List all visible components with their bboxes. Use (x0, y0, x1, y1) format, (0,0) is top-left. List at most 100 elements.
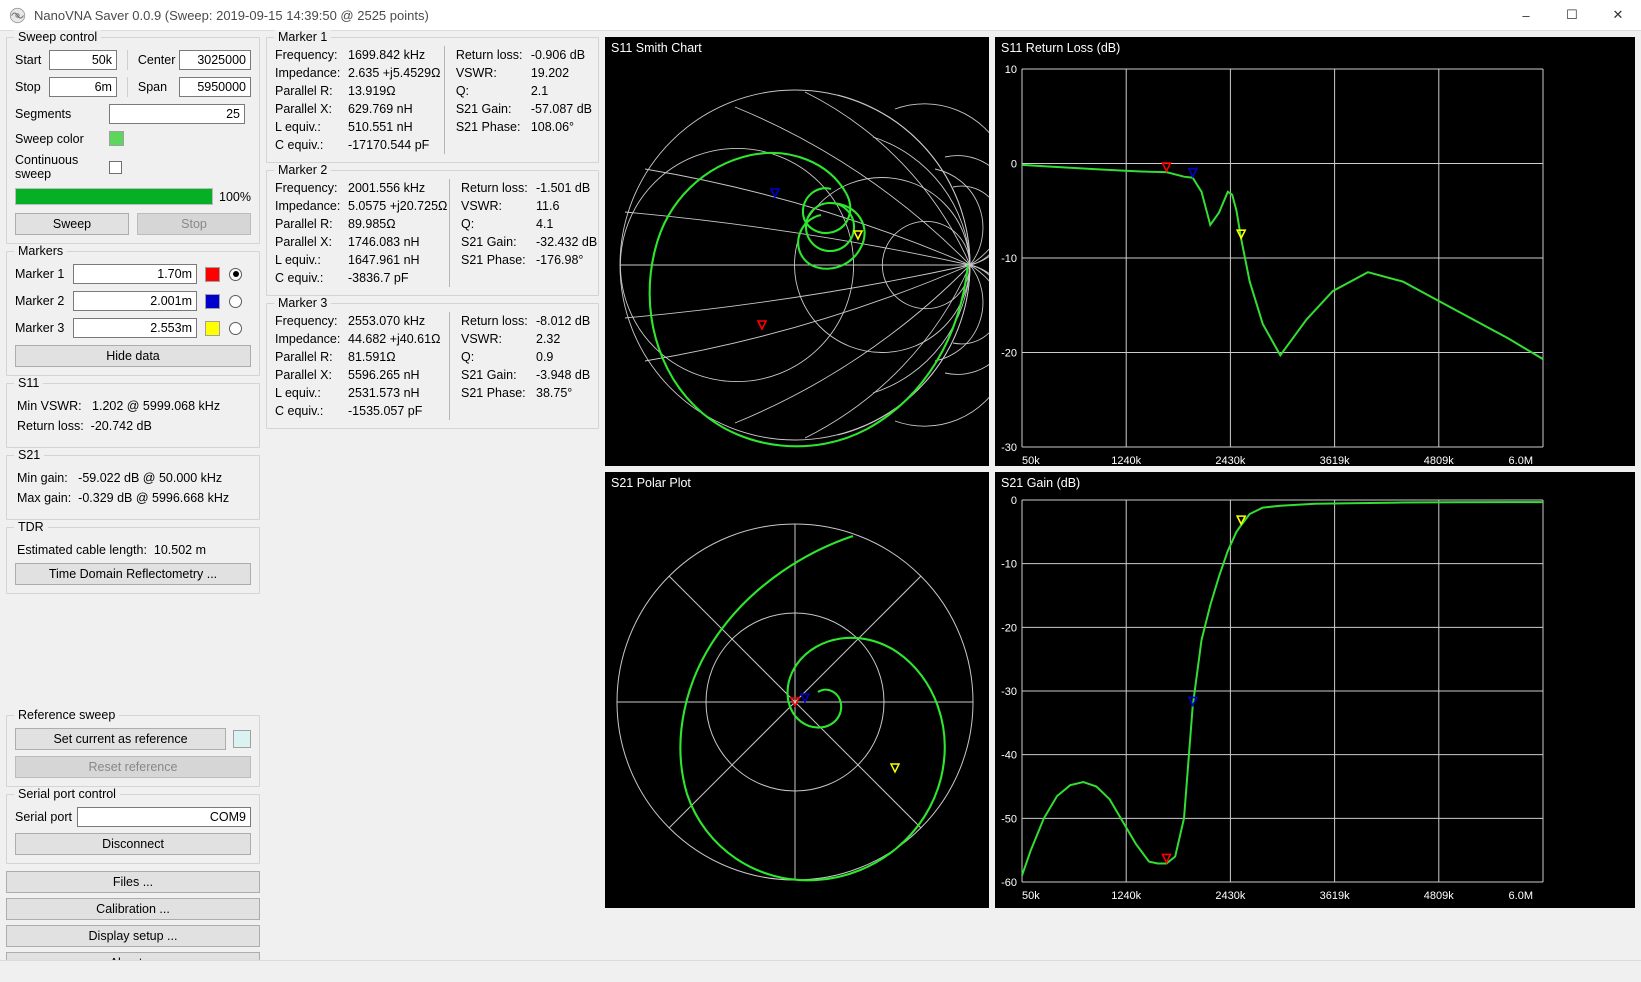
chart-data-line (1021, 501, 1543, 876)
chart-data-line (1021, 163, 1544, 360)
y-axis-tick-label: 0 (1011, 159, 1017, 171)
min-gain-value: -59.022 dB @ 50.000 kHz (78, 471, 223, 485)
stop-input[interactable] (48, 77, 117, 97)
status-bar (0, 960, 1641, 982)
disconnect-button[interactable]: Disconnect (15, 833, 251, 855)
marker-field-value: -3836.7 pF (348, 271, 409, 285)
serial-port-label: Serial port (15, 810, 72, 824)
marker-field-key: S21 Phase: (461, 253, 526, 267)
marker-color-swatch[interactable] (205, 266, 220, 282)
marker-field-row: Parallel X: 629.769 nH (275, 100, 442, 118)
marker-readout-title: Marker 2 (274, 163, 332, 177)
marker-frequency-input[interactable] (73, 264, 197, 284)
marker-field-row: Q: 0.9 (461, 348, 590, 366)
marker-field-row: Impedance: 5.0575 +j20.725Ω (275, 197, 447, 215)
s11-return-loss-chart[interactable]: S11 Return Loss (dB) 10 0 -10 -20 -30 50k 124… (995, 37, 1635, 466)
marker-field-key: VSWR: (461, 332, 502, 346)
marker-readout-column-left: Frequency: 1699.842 kHz Impedance: 2.635 +j… (275, 46, 442, 154)
marker-field-value: 4.1 (536, 217, 554, 231)
minimize-icon[interactable]: – (1503, 0, 1549, 31)
marker-field-value: 44.682 +j40.61Ω (348, 332, 441, 346)
start-label: Start (15, 53, 42, 67)
marker-field-key: Parallel X: (275, 235, 332, 249)
files-button[interactable]: Files ... (6, 871, 260, 893)
marker-field-key: Impedance: (275, 66, 341, 80)
hide-data-button[interactable]: Hide data (15, 345, 251, 367)
marker-frequency-input[interactable] (73, 291, 197, 311)
x-axis-tick-label: 1240k (1111, 455, 1141, 466)
marker-field-value: -176.98° (536, 253, 584, 267)
continuous-sweep-checkbox[interactable] (109, 160, 122, 174)
chart-marker-2[interactable] (1187, 167, 1199, 179)
sweep-control-title: Sweep control (14, 30, 102, 44)
segments-label: Segments (15, 107, 72, 121)
min-vswr-label: Min VSWR: (17, 399, 82, 413)
stop-button[interactable]: Stop (137, 213, 251, 235)
marker-field-row: S21 Phase: 38.75° (461, 384, 590, 402)
y-axis-tick-label: -20 (1001, 622, 1017, 634)
close-icon[interactable]: ✕ (1595, 0, 1641, 31)
marker-active-radio[interactable] (229, 294, 242, 308)
marker-field-value: -1535.057 pF (348, 404, 423, 418)
tdr-button[interactable]: Time Domain Reflectometry ... (15, 563, 251, 585)
marker-field-key: Frequency: (275, 48, 338, 62)
marker-frequency-input[interactable] (73, 318, 197, 338)
sweep-control-group: Sweep control Start Center Stop Span (6, 30, 260, 244)
marker-field-row: VSWR: 2.32 (461, 330, 590, 348)
x-axis-tick-label: 3619k (1320, 455, 1350, 466)
y-axis-tick-label: -20 (1001, 348, 1017, 360)
marker-active-radio[interactable] (229, 321, 242, 335)
marker-field-row: L equiv.: 2531.573 nH (275, 384, 447, 402)
return-loss-chart-title: S11 Return Loss (dB) (1001, 41, 1121, 55)
title-bar: NanoVNA Saver 0.0.9 (Sweep: 2019-09-15 1… (0, 0, 1641, 31)
s11-smith-chart[interactable]: S11 Smith Chart (605, 37, 989, 466)
y-axis-tick-label: -10 (1001, 559, 1017, 571)
marker-field-row: S21 Phase: 108.06° (456, 118, 592, 136)
marker-field-value: 11.6 (536, 199, 560, 213)
marker-field-value: 629.769 nH (348, 102, 413, 116)
marker-field-value: -8.012 dB (536, 314, 591, 328)
s21-polar-plot-chart[interactable]: S21 Polar Plot (605, 472, 989, 908)
chart-marker-1[interactable] (1161, 162, 1172, 173)
segments-row: Segments (15, 104, 251, 124)
marker-field-key: Parallel X: (275, 368, 332, 382)
set-reference-button[interactable]: Set current as reference (15, 728, 226, 750)
left-control-column: Sweep control Start Center Stop Span (6, 30, 260, 982)
marker-field-row: S21 Gain: -57.087 dB (456, 100, 592, 118)
marker-field-row: Frequency: 1699.842 kHz (275, 46, 442, 64)
s21-gain-chart[interactable]: S21 Gain (dB) 0 -10 -20 -30 -40 -50 -60 50k 124… (995, 472, 1635, 908)
marker-field-row: C equiv.: -3836.7 pF (275, 269, 447, 287)
s11-return-loss-label: Return loss: (17, 419, 84, 433)
reset-reference-button[interactable]: Reset reference (15, 756, 251, 778)
span-input[interactable] (178, 77, 251, 97)
marker-field-value: -57.087 dB (530, 102, 592, 116)
marker-field-value: 2531.573 nH (348, 386, 420, 400)
maximize-icon[interactable]: ☐ (1549, 0, 1595, 31)
center-input[interactable] (178, 50, 251, 70)
marker-color-swatch[interactable] (205, 320, 220, 336)
segments-input[interactable] (109, 104, 245, 124)
gain-chart-title: S21 Gain (dB) (1001, 476, 1081, 490)
marker-field-row: Return loss: -0.906 dB (456, 46, 592, 64)
calibration-button[interactable]: Calibration ... (6, 898, 260, 920)
sweep-button[interactable]: Sweep (15, 213, 129, 235)
start-input[interactable] (48, 50, 117, 70)
marker-readout-column-right: Return loss: -1.501 dB VSWR: 11.6 Q: 4.1 S21 G… (449, 179, 597, 287)
marker-field-row: Impedance: 2.635 +j5.4529Ω (275, 64, 442, 82)
min-vswr-value: 1.202 @ 5999.068 kHz (92, 399, 221, 413)
main-window: Sweep control Start Center Stop Span (0, 30, 1641, 982)
marker-field-row: Impedance: 44.682 +j40.61Ω (275, 330, 447, 348)
marker-field-value: 5596.265 nH (348, 368, 420, 382)
marker-field-value: 108.06° (530, 120, 575, 134)
marker-field-row: L equiv.: 1647.961 nH (275, 251, 447, 269)
marker-color-swatch[interactable] (205, 293, 220, 309)
serial-port-input[interactable] (77, 807, 251, 827)
x-axis-tick-label: 4809k (1424, 890, 1454, 902)
sweep-color-swatch[interactable] (109, 131, 124, 146)
marker-field-key: Parallel R: (275, 217, 333, 231)
display-setup-button[interactable]: Display setup ... (6, 925, 260, 947)
charts-column: S11 Smith Chart S11 Return Loss (dB) 10 … (605, 37, 1635, 982)
marker-field-row: S21 Gain: -3.948 dB (461, 366, 590, 384)
marker-active-radio[interactable] (229, 267, 242, 281)
reference-color-swatch[interactable] (233, 730, 251, 748)
